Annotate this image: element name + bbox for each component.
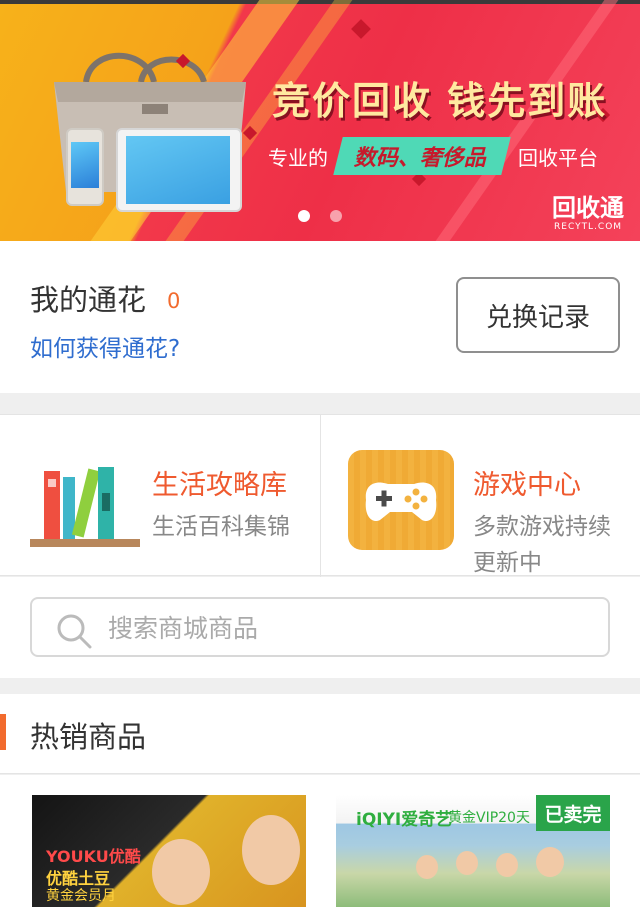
hot-section-header: 热销商品 [0,694,640,774]
product-image-face [456,851,478,875]
banner-subline: 专业的 数码、奢侈品 回收平台 [268,137,599,175]
tablet-image [116,128,242,212]
points-card: 我的通花 0 如何获得通花? 兑换记录 [0,241,640,393]
gem-decoration [351,19,371,39]
search-box[interactable] [30,597,610,657]
product-card[interactable]: iQIYI爱奇艺 黄金VIP20天 已卖完 [336,795,610,907]
section-title: 热销商品 [30,720,147,754]
product-image-face [496,853,518,877]
product-image-face [536,847,564,877]
category-life-guide[interactable]: 生活攻略库 生活百科集锦 [0,415,320,577]
carousel-indicators [298,210,342,222]
product-brand: YOUKU优酷 [46,847,141,866]
brand-logo: 回收通 [552,194,624,222]
banner-sub-highlight: 数码、奢侈品 [333,137,511,175]
product-tag: 黄金会员月 [46,888,116,904]
product-image-face [416,855,438,879]
banner-sub-suffix: 回收平台 [518,145,599,170]
gamepad-icon [348,450,454,550]
category-subtitle: 多款游戏持续更新中 [473,514,611,576]
product-image-face [242,815,300,885]
search-icon [57,614,92,649]
product-card[interactable]: YOUKU优酷 优酷土豆 黄金会员月 [32,795,306,907]
section-accent-bar [0,714,6,750]
exchange-record-button[interactable]: 兑换记录 [456,277,620,353]
carousel-dot-active[interactable] [298,210,310,222]
category-title: 游戏中心 [473,470,581,501]
product-tag: 黄金VIP20天 [448,810,530,826]
points-count: 0 [167,289,181,313]
promo-banner[interactable]: 竞价回收 钱先到账 专业的 数码、奢侈品 回收平台 回收通 RECYTL.COM [0,0,640,241]
category-game-center[interactable]: 游戏中心 多款游戏持续更新中 [321,415,640,577]
category-grid: 生活攻略库 生活百科集锦 游戏中心 多款游戏持续更新中 [0,414,640,577]
points-title: 我的通花 [30,283,147,317]
sold-out-badge: 已卖完 [536,795,610,831]
product-list: YOUKU优酷 优酷土豆 黄金会员月 iQIYI爱奇艺 黄金VIP20天 已卖完 [0,775,640,907]
product-brand: iQIYI爱奇艺 [356,810,453,830]
carousel-dot[interactable] [330,210,342,222]
category-title: 生活攻略库 [152,470,287,501]
category-subtitle: 生活百科集锦 [152,514,290,540]
books-icon [30,467,140,547]
banner-slogan: 竞价回收 钱先到账 [272,79,608,123]
search-input[interactable] [108,609,588,647]
brand-logo-domain: RECYTL.COM [554,222,623,232]
status-strip [0,0,640,4]
phone-image [66,128,104,206]
banner-sub-prefix: 专业的 [268,145,328,170]
search-section [0,577,640,678]
how-to-earn-link[interactable]: 如何获得通花? [30,329,180,363]
product-image-face [152,839,210,905]
